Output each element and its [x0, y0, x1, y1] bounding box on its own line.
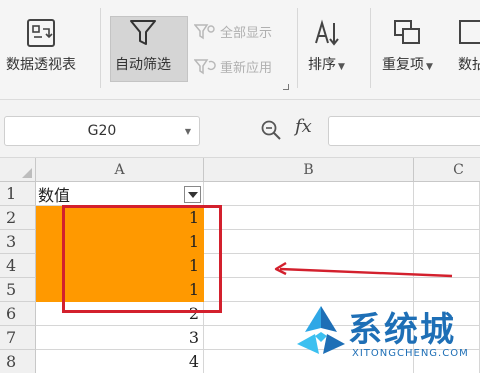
filter-dropdown-button[interactable]	[184, 186, 201, 203]
sort-button[interactable]: 排序 ▼	[308, 12, 345, 74]
reapply-button[interactable]: 重新应用	[194, 57, 272, 76]
row-header[interactable]: 4	[0, 254, 36, 278]
header-text: 数值	[38, 185, 71, 205]
row-header[interactable]: 6	[0, 302, 36, 326]
duplicates-button[interactable]: 重复项 ▼	[382, 12, 433, 74]
cell-c1[interactable]	[414, 182, 480, 206]
row-header[interactable]: 1	[0, 182, 36, 206]
duplicates-label: 重复项 ▼	[382, 57, 433, 73]
cell-a7[interactable]: 3	[36, 326, 204, 350]
duplicates-icon	[391, 12, 423, 54]
row-header[interactable]: 2	[0, 206, 36, 230]
row-header[interactable]: 3	[0, 230, 36, 254]
watermark-subtitle: XITONGCHENG.COM	[352, 348, 469, 359]
column-header-a[interactable]: A	[36, 158, 204, 182]
row-header[interactable]: 7	[0, 326, 36, 350]
zoom-icon[interactable]	[260, 119, 282, 141]
name-box[interactable]: G20 ▼	[4, 116, 200, 146]
cell-b3[interactable]	[204, 230, 414, 254]
select-all-corner[interactable]	[0, 158, 36, 182]
highlight-annotation-box	[62, 205, 222, 313]
pivot-table-button[interactable]: 数据透视表	[6, 12, 76, 74]
filter-show-all-icon	[194, 23, 215, 39]
fx-icon[interactable]: fx	[295, 116, 312, 137]
cell-b2[interactable]	[204, 206, 414, 230]
cell-reference: G20	[87, 123, 117, 139]
filter-reapply-icon	[194, 58, 216, 74]
group-expand-icon[interactable]	[283, 84, 289, 90]
column-header-b[interactable]: B	[204, 158, 414, 182]
sort-label: 排序 ▼	[308, 57, 345, 73]
pivot-table-label: 数据透视表	[6, 57, 76, 73]
data-compare-icon	[456, 12, 480, 54]
pivot-table-icon	[25, 12, 57, 54]
divider	[370, 8, 371, 88]
chevron-down-icon[interactable]: ▼	[185, 127, 191, 136]
divider	[297, 8, 298, 88]
row-header[interactable]: 8	[0, 350, 36, 373]
watermark-title: 系统城	[348, 310, 456, 350]
autofilter-label: 自动筛选	[115, 57, 171, 73]
cell-a8[interactable]: 4	[36, 350, 204, 373]
show-all-button[interactable]: 全部显示	[194, 22, 272, 41]
data-compare-button[interactable]: 数拈	[456, 12, 480, 74]
filter-icon	[128, 12, 158, 54]
dropdown-arrow-icon	[187, 191, 198, 198]
cell-a1[interactable]: 数值	[36, 182, 204, 206]
sort-icon	[310, 12, 342, 54]
cell-c2[interactable]	[414, 206, 480, 230]
ribbon-toolbar: 数据透视表 自动筛选 全部显示 重新应用 排序 ▼ 重复项 ▼ 数	[0, 0, 480, 100]
reapply-label: 重新应用	[220, 61, 273, 76]
row-header[interactable]: 5	[0, 278, 36, 302]
autofilter-button[interactable]: 自动筛选	[115, 12, 171, 74]
show-all-label: 全部显示	[220, 26, 273, 41]
arrow-annotation-icon	[274, 261, 453, 278]
divider	[100, 8, 101, 88]
cell-c3[interactable]	[414, 230, 480, 254]
data-compare-label: 数拈	[458, 57, 480, 73]
formula-bar: G20 ▼ fx	[0, 100, 480, 158]
formula-input[interactable]	[328, 116, 480, 146]
cell-b1[interactable]	[204, 182, 414, 206]
column-header-c[interactable]: C	[414, 158, 480, 182]
